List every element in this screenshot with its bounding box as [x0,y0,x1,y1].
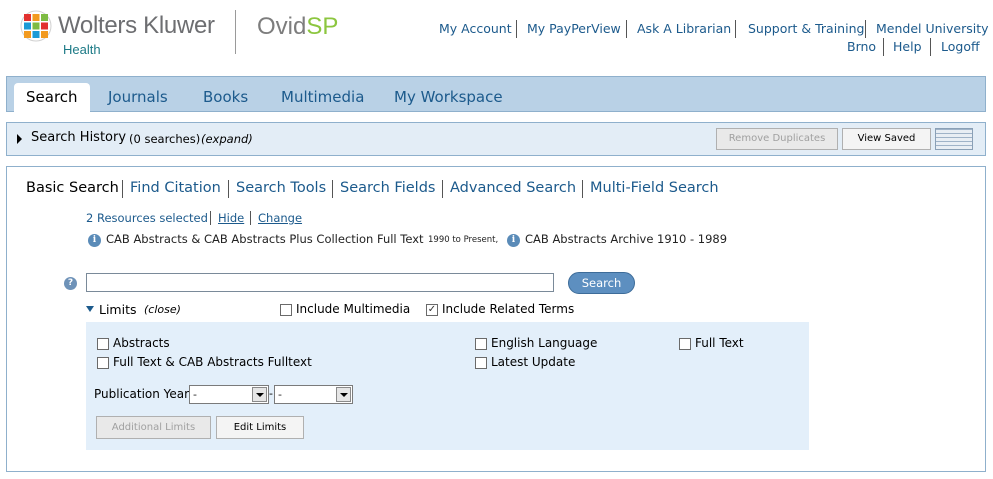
search-button[interactable]: Search [568,272,635,294]
advanced-search-tab[interactable]: Advanced Search [450,180,576,196]
logoff-link[interactable]: Logoff [941,39,980,54]
my-payperview-link[interactable]: My PayPerView [527,21,621,36]
publication-year-label: Publication Year [94,387,190,401]
year-from-value: - [193,388,197,401]
nav-separator [442,180,443,198]
view-saved-button[interactable]: View Saved [842,128,931,150]
institution-line2[interactable]: Brno [847,39,876,54]
institution-line1[interactable]: Mendel University in [876,21,993,36]
link-separator [865,20,866,38]
limits-close-link[interactable]: (close) [144,303,181,316]
support-training-link[interactable]: Support & Training [748,21,864,36]
tab-search[interactable]: Search [14,83,90,113]
year-from-select[interactable]: - [189,385,269,404]
dropdown-arrow-icon[interactable] [336,387,351,402]
help-icon[interactable]: ? [64,277,77,290]
nav-separator [228,180,229,198]
year-range-separator: - [269,387,273,400]
layout-grid-icon[interactable] [935,128,973,150]
dropdown-arrow-icon[interactable] [252,387,267,402]
include-multimedia-checkbox[interactable] [280,304,292,316]
link-separator [626,20,627,38]
find-citation-tab[interactable]: Find Citation [130,180,221,196]
resources-separator [210,211,211,225]
tab-multimedia[interactable]: Multimedia [281,83,364,113]
search-input[interactable] [86,273,554,292]
main-tab-bar: Search Journals Books Multimedia My Work… [6,76,986,113]
wolters-kluwer-logo-icon [20,10,52,42]
info-icon[interactable]: i [507,234,520,247]
latest-update-checkbox[interactable] [475,357,487,369]
basic-search-tab[interactable]: Basic Search [26,180,119,196]
sp-text: SP [306,13,339,40]
english-language-label: English Language [491,336,598,350]
include-related-terms-checkbox[interactable]: ✓ [426,304,438,316]
tab-my-workspace[interactable]: My Workspace [394,83,503,113]
limits-title[interactable]: Limits [99,302,137,317]
year-to-select[interactable]: - [274,385,353,404]
full-text-cab-checkbox[interactable] [97,357,109,369]
ovidsp-logo: OvidSP [257,13,338,41]
resource-1-name: CAB Abstracts & CAB Abstracts Plus Colle… [106,232,424,246]
remove-duplicates-button[interactable]: Remove Duplicates [716,128,838,150]
latest-update-label: Latest Update [491,355,576,369]
search-history-bar: Search History (0 searches) (expand) Rem… [6,122,986,156]
english-language-checkbox[interactable] [475,338,487,350]
resource-2-name: CAB Abstracts Archive 1910 - 1989 [525,232,728,246]
help-link[interactable]: Help [893,39,922,54]
brand-subtitle: Health [63,42,101,57]
change-resources-link[interactable]: Change [258,211,302,225]
my-account-link[interactable]: My Account [439,21,512,36]
search-history-count: (0 searches) [129,132,201,146]
tab-books[interactable]: Books [203,83,248,113]
ovid-text: Ovid [257,13,307,40]
tab-journals[interactable]: Journals [108,83,168,113]
search-fields-tab[interactable]: Search Fields [340,180,435,196]
search-tools-tab[interactable]: Search Tools [236,180,326,196]
link-separator [883,38,884,56]
nav-separator [122,180,123,198]
resources-separator [250,211,251,225]
search-history-title[interactable]: Search History [31,130,126,145]
nav-separator [332,180,333,198]
include-related-terms-label: Include Related Terms [442,302,575,316]
nav-separator [582,180,583,198]
resource-1-range: 1990 to Present, [428,235,499,245]
year-to-value: - [278,388,282,401]
include-multimedia-label: Include Multimedia [296,302,411,316]
link-separator [516,20,517,38]
hide-resources-link[interactable]: Hide [218,211,244,225]
ask-librarian-link[interactable]: Ask A Librarian [637,21,731,36]
multi-field-search-tab[interactable]: Multi-Field Search [590,180,719,196]
brand-name: Wolters Kluwer [58,12,215,39]
abstracts-checkbox[interactable] [97,338,109,350]
limits-collapse-icon[interactable] [86,306,94,312]
full-text-cab-label: Full Text & CAB Abstracts Fulltext [113,355,312,369]
expand-triangle-icon[interactable] [17,134,22,144]
resources-selected-text: 2 Resources selected [86,211,208,225]
search-history-expand-link[interactable]: (expand) [201,132,253,146]
link-separator [930,38,931,56]
link-separator [735,20,736,38]
info-icon[interactable]: i [88,234,101,247]
logo-divider [235,10,236,54]
full-text-label: Full Text [695,336,744,350]
edit-limits-button[interactable]: Edit Limits [216,416,304,439]
full-text-checkbox[interactable] [679,338,691,350]
abstracts-label: Abstracts [113,336,170,350]
additional-limits-button[interactable]: Additional Limits [96,416,211,439]
